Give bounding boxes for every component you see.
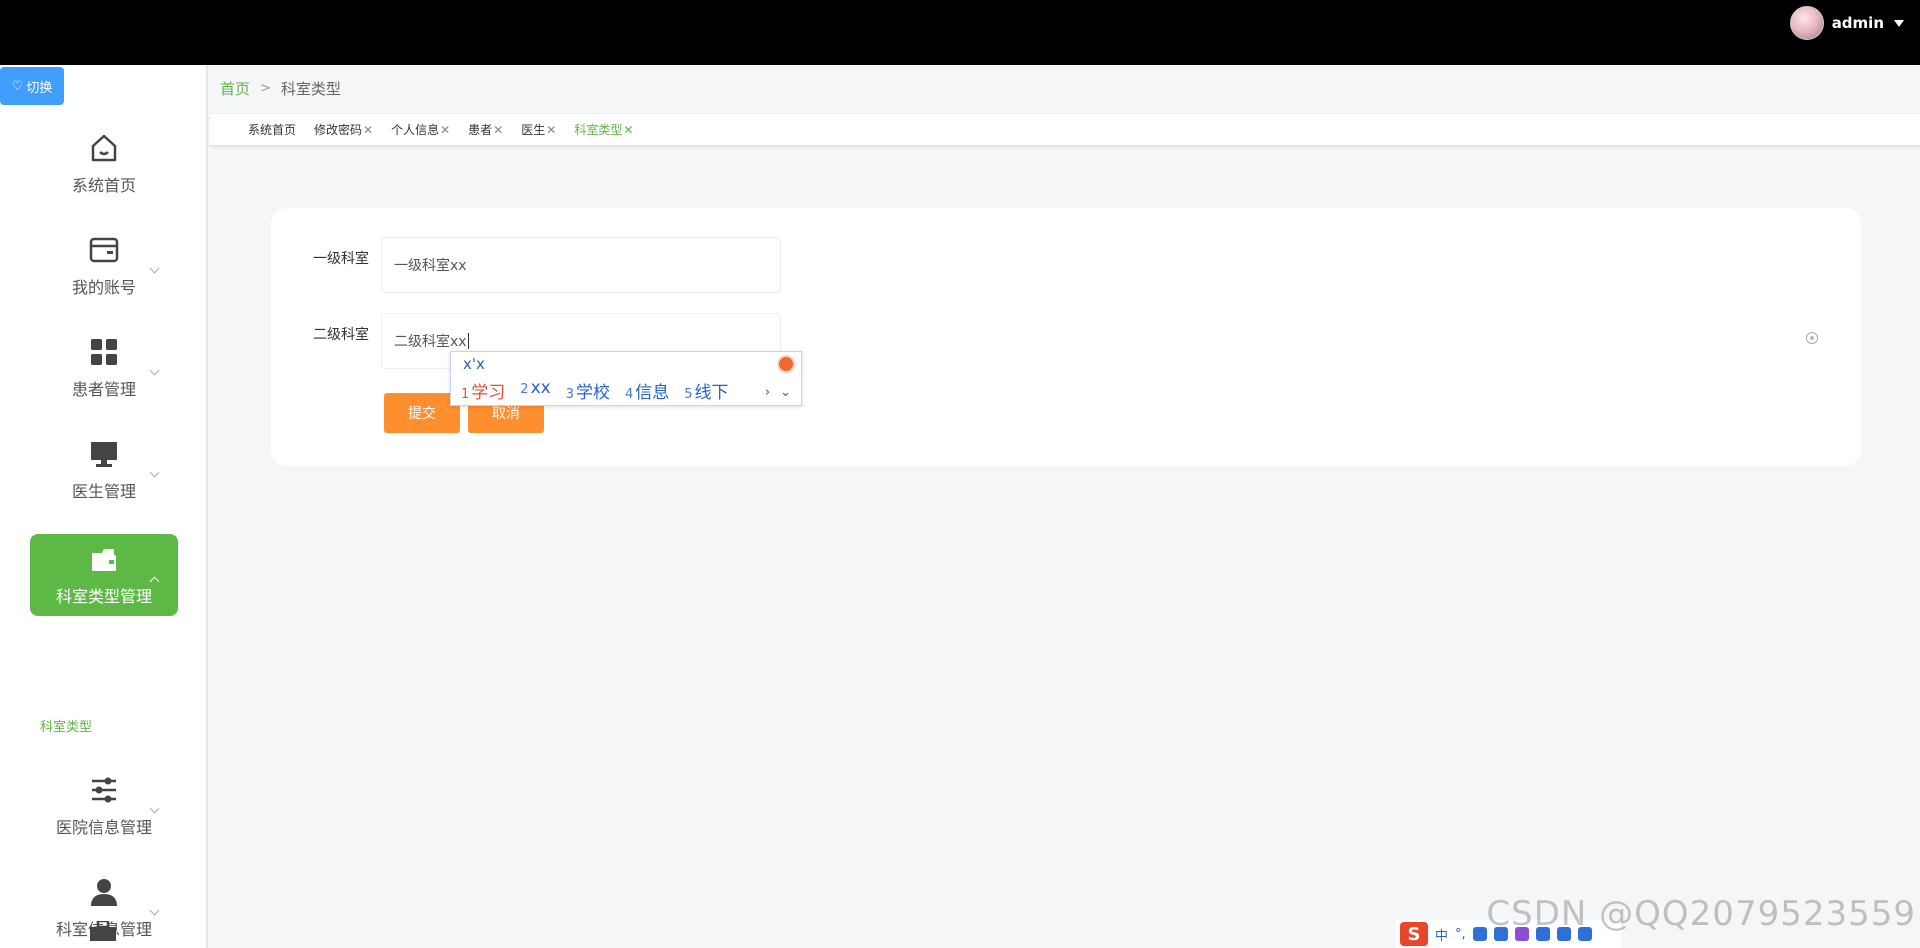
sidebar-item-label: 医生管理 [71,482,136,501]
close-icon[interactable]: ✕ [546,123,556,137]
caret-down-icon[interactable] [1894,19,1904,27]
sidebar-item-label: 科室类型管理 [55,587,152,606]
briefcase-icon [90,919,116,945]
sidebar-item-label: 系统首页 [71,176,136,195]
text-cursor [467,333,469,349]
tab-dept-type[interactable]: 科室类型 ✕ [574,121,633,138]
submit-button[interactable]: 提交 [384,393,460,433]
ime-punct-toggle[interactable]: °, [1455,927,1466,942]
tab-change-password[interactable]: 修改密码 ✕ [314,121,373,138]
ime-candidate-window: x'x 1 学习 2 xx 3 学校 4 信息 5 线下 › ⌄ [450,351,802,406]
grid-icon [88,336,120,368]
sidebar-item-label: 医院信息管理 [55,818,152,837]
sidebar-item-patients[interactable]: 患者管理 [30,327,178,409]
sliders-icon [88,774,120,806]
ime-candidate[interactable]: 3 学校 [566,378,610,403]
sidebar: 系统首页 我的账号 患者管理 医生管理 科室类型管理 科室类型 医院信息管理 [0,65,208,948]
mic-icon[interactable] [1472,927,1487,941]
ime-lang-toggle[interactable]: 中 [1435,925,1448,944]
clear-icon[interactable] [1806,332,1818,344]
ime-candidate[interactable]: 5 线下 [684,378,728,403]
switch-button[interactable]: ♡ 切换 [0,67,64,105]
watermark: CSDN @QQ2079523559 [1486,894,1916,934]
sidebar-item-label: 患者管理 [71,380,136,399]
chevron-down-icon [149,803,160,814]
close-icon[interactable]: ✕ [440,123,450,137]
ime-brand-icon[interactable]: S [1400,922,1428,946]
sidebar-item-hospital-info[interactable]: 医院信息管理 [30,765,178,847]
ime-nav: › ⌄ [765,385,791,400]
close-icon[interactable]: ✕ [493,123,503,137]
chevron-down-icon[interactable]: ⌄ [780,385,791,400]
breadcrumb-current: 科室类型 [280,80,341,98]
tab-profile[interactable]: 个人信息 ✕ [391,121,450,138]
ime-logo-icon [777,355,795,373]
ime-candidate[interactable]: 2 xx [520,378,550,403]
chevron-down-icon [149,365,160,376]
top-bar: admin [0,0,1920,65]
breadcrumb-separator: > [260,81,271,96]
close-icon[interactable]: ✕ [363,123,373,137]
ime-candidate[interactable]: 1 学习 [461,378,505,403]
sidebar-item-label: 我的账号 [71,278,136,297]
close-icon[interactable]: ✕ [623,123,633,137]
level1-input[interactable]: 一级科室xx [381,237,781,293]
ime-candidate[interactable]: 4 信息 [625,378,669,403]
tab-doctors[interactable]: 医生 ✕ [521,121,556,138]
ime-candidates: 1 学习 2 xx 3 学校 4 信息 5 线下 [461,378,729,403]
monitor-icon [88,438,120,470]
chevron-right-icon[interactable]: › [765,385,770,400]
level1-label: 一级科室 [313,251,369,267]
chevron-down-icon [149,905,160,916]
sidebar-item-doctors[interactable]: 医生管理 [30,429,178,511]
chevron-down-icon [149,467,160,478]
wallet-icon [88,234,120,266]
sidebar-item-account[interactable]: 我的账号 [30,225,178,307]
user-icon [88,876,120,908]
heart-icon: ♡ [11,78,24,94]
breadcrumb-home[interactable]: 首页 [220,78,250,99]
tab-bar: 系统首页 修改密码 ✕ 个人信息 ✕ 患者 ✕ 医生 ✕ 科室类型 ✕ [210,113,1920,146]
username[interactable]: admin [1832,14,1884,32]
tab-patients[interactable]: 患者 ✕ [468,121,503,138]
avatar[interactable] [1789,6,1824,40]
tab-home[interactable]: 系统首页 [248,121,296,138]
breadcrumb: 首页 > 科室类型 [220,78,341,99]
submenu-item-dept-type[interactable]: 科室类型 [40,716,92,735]
sidebar-item-home[interactable]: 系统首页 [30,123,178,205]
folder-icon [88,543,120,575]
chevron-down-icon [149,263,160,274]
home-icon [88,132,120,164]
user-menu[interactable]: admin [1789,6,1904,40]
ime-composition: x'x [463,355,485,373]
level2-label: 二级科室 [313,327,369,343]
sidebar-item-dept-type[interactable]: 科室类型管理 [30,534,178,616]
